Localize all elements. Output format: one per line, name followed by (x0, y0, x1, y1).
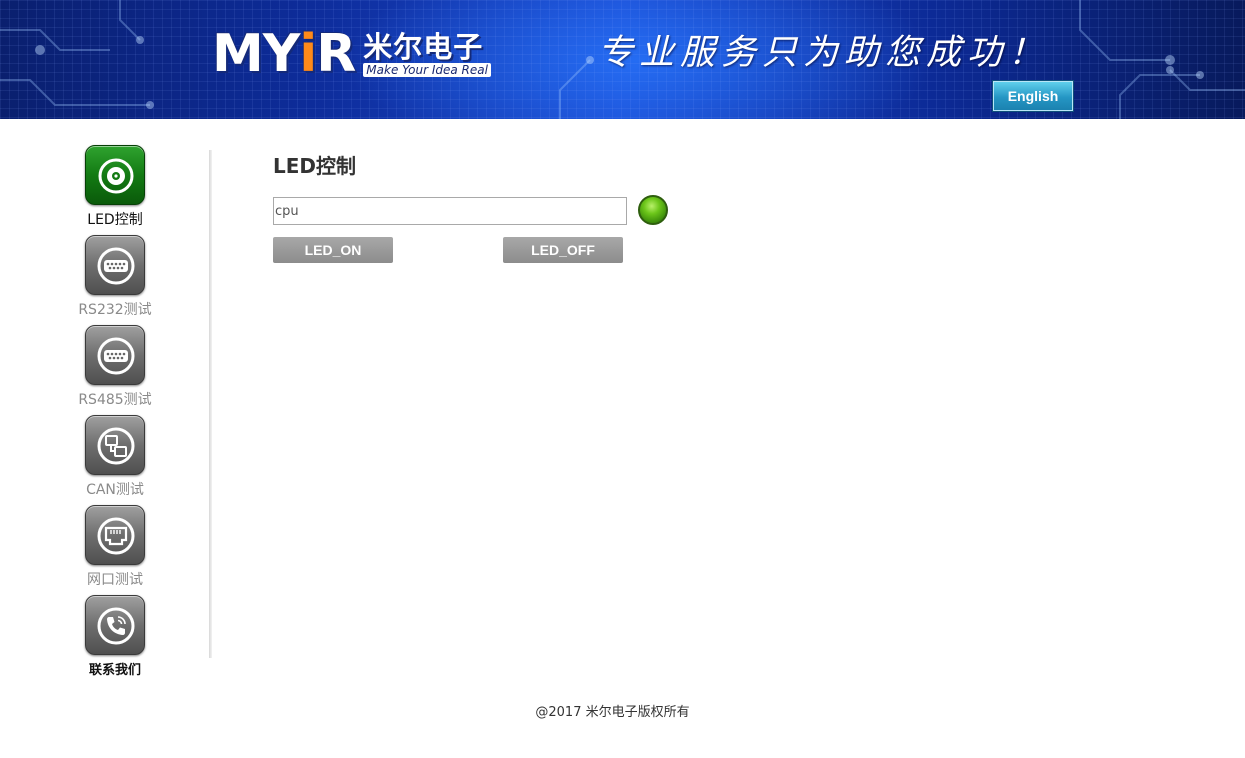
logo-tagline: Make Your Idea Real (363, 62, 491, 77)
sidebar-item-rs232[interactable]: RS232测试 (70, 235, 160, 319)
language-switch-button[interactable]: English (993, 81, 1073, 111)
serial-port-icon (85, 235, 145, 295)
page-title: LED控制 (273, 154, 357, 178)
sidebar-item-label: CAN测试 (86, 482, 144, 498)
header-banner: MYiR 米尔电子 Make Your Idea Real 专业服务只为助您成功… (0, 0, 1245, 119)
led-name-input[interactable] (273, 197, 627, 225)
sidebar-item-label: 网口测试 (87, 572, 143, 588)
sidebar-item-contact[interactable]: 联系我们 (70, 595, 160, 678)
logo-wordmark: MYiR (212, 24, 356, 84)
led-status-indicator (638, 195, 668, 225)
slogan: 专业服务只为助您成功！ (598, 33, 1050, 73)
footer-copyright: @2017 米尔电子版权所有 (535, 705, 690, 720)
sidebar-item-label: 联系我们 (88, 663, 141, 678)
led-off-button[interactable]: LED_OFF (503, 237, 623, 263)
sidebar-item-ethernet[interactable]: 网口测试 (70, 505, 160, 589)
sidebar-item-can[interactable]: CAN测试 (70, 415, 160, 499)
sidebar-item-led[interactable]: LED控制 (70, 145, 160, 229)
logo-chinese-name: 米尔电子 (363, 29, 484, 64)
sidebar-item-rs485[interactable]: RS485测试 (70, 325, 160, 409)
led-on-button[interactable]: LED_ON (273, 237, 393, 263)
sidebar-divider (209, 150, 212, 658)
company-logo: MYiR 米尔电子 Make Your Idea Real (212, 27, 491, 81)
ethernet-port-icon (85, 505, 145, 565)
serial-port-icon (85, 325, 145, 385)
sidebar-item-label: RS485测试 (78, 392, 152, 408)
sidebar-item-label: RS232测试 (78, 302, 152, 318)
led-icon (85, 145, 145, 205)
sidebar-item-label: LED控制 (87, 212, 143, 228)
can-network-icon (85, 415, 145, 475)
phone-icon (85, 595, 145, 655)
